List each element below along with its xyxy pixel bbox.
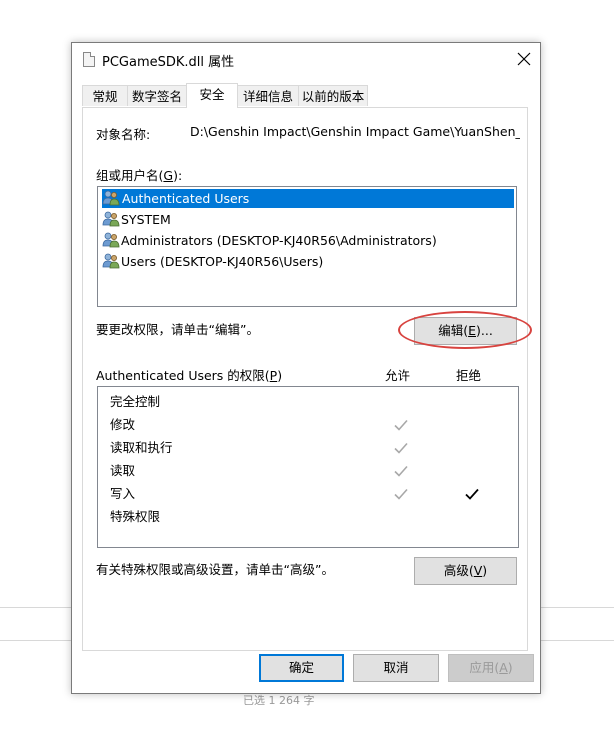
tab-previous-versions[interactable]: 以前的版本 bbox=[298, 85, 368, 106]
title-bar[interactable]: PCGameSDK.dll 属性 bbox=[72, 43, 540, 75]
allow-checkmark-icon bbox=[394, 465, 408, 477]
ok-button[interactable]: 确定 bbox=[259, 654, 344, 682]
user-group-icon bbox=[102, 210, 120, 227]
tab-details[interactable]: 详细信息 bbox=[237, 85, 299, 106]
tab-general[interactable]: 常规 bbox=[82, 85, 128, 106]
user-group-icon bbox=[102, 252, 120, 269]
allow-checkmark-icon bbox=[394, 419, 408, 431]
list-item-users[interactable]: Users (DESKTOP-KJ40R56\Users) bbox=[102, 252, 323, 271]
background-status-text: 已选 1 264 字 bbox=[243, 694, 315, 707]
close-icon bbox=[517, 52, 531, 66]
allow-checkmark-icon bbox=[394, 442, 408, 454]
change-permissions-hint: 要更改权限，请单击“编辑”。 bbox=[96, 322, 259, 337]
deny-column-header: 拒绝 bbox=[456, 368, 482, 383]
advanced-button[interactable]: 高级(V) bbox=[414, 557, 517, 585]
permission-row-label: 特殊权限 bbox=[110, 509, 161, 524]
advanced-hint: 有关特殊权限或高级设置，请单击“高级”。 bbox=[96, 562, 334, 577]
security-tab-panel: 对象名称: D:\Genshin Impact\Genshin Impact G… bbox=[82, 107, 528, 651]
list-item-administrators[interactable]: Administrators (DESKTOP-KJ40R56\Administ… bbox=[102, 231, 437, 250]
file-icon bbox=[83, 52, 95, 67]
apply-button[interactable]: 应用(A) bbox=[448, 654, 534, 682]
allow-column-header: 允许 bbox=[385, 368, 411, 383]
edit-button[interactable]: 编辑(E)... bbox=[414, 317, 517, 345]
users-listbox[interactable]: Authenticated Users SYSTEM Administrator… bbox=[97, 186, 517, 307]
permissions-list: 完全控制修改读取和执行读取写入特殊权限 bbox=[97, 386, 519, 548]
user-group-icon bbox=[102, 231, 120, 248]
permission-row-label: 读取 bbox=[110, 463, 136, 478]
allow-checkmark-icon bbox=[394, 488, 408, 500]
close-button[interactable] bbox=[508, 43, 540, 75]
permissions-label: Authenticated Users 的权限(P) bbox=[96, 368, 283, 383]
user-group-icon bbox=[102, 189, 120, 206]
tab-digital-signatures[interactable]: 数字签名 bbox=[127, 85, 187, 106]
deny-checkmark-icon bbox=[465, 488, 479, 500]
list-item-system[interactable]: SYSTEM bbox=[102, 210, 171, 229]
permission-row-label: 读取和执行 bbox=[110, 440, 173, 455]
tab-security[interactable]: 安全 bbox=[186, 83, 238, 108]
groups-label: 组或用户名(G): bbox=[96, 168, 183, 183]
window-title: PCGameSDK.dll 属性 bbox=[102, 55, 235, 70]
object-name-label: 对象名称: bbox=[96, 127, 151, 142]
list-item-authenticated-users[interactable]: Authenticated Users bbox=[102, 189, 514, 208]
permission-row-label: 修改 bbox=[110, 417, 136, 432]
object-name-value: D:\Genshin Impact\Genshin Impact Game\Yu… bbox=[190, 124, 520, 139]
permission-row-label: 完全控制 bbox=[110, 394, 161, 409]
properties-dialog: PCGameSDK.dll 属性 常规 数字签名 安全 详细信息 以前的版本 对… bbox=[71, 42, 541, 694]
permission-row-label: 写入 bbox=[110, 486, 136, 501]
cancel-button[interactable]: 取消 bbox=[353, 654, 439, 682]
